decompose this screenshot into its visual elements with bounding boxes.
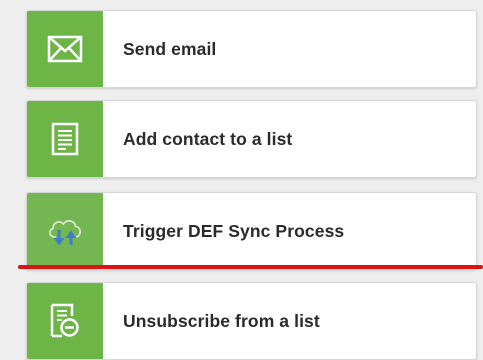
action-card-trigger-def-sync[interactable]: Trigger DEF Sync Process: [26, 192, 477, 270]
icon-tile: [27, 101, 103, 177]
action-label: Add contact to a list: [123, 128, 293, 149]
action-card-unsubscribe-from-list[interactable]: Unsubscribe from a list: [26, 282, 477, 360]
icon-tile: [27, 11, 103, 87]
envelope-icon: [47, 35, 83, 63]
list-document-icon: [51, 122, 79, 156]
action-label: Trigger DEF Sync Process: [123, 220, 345, 241]
action-label: Unsubscribe from a list: [123, 310, 320, 331]
cloud-sync-icon: [48, 219, 82, 246]
icon-tile: [27, 193, 103, 269]
icon-tile: [27, 283, 103, 359]
action-label: Send email: [123, 38, 217, 59]
action-card-send-email[interactable]: Send email: [26, 10, 477, 88]
document-remove-icon: [50, 303, 79, 338]
action-card-add-contact-to-list[interactable]: Add contact to a list: [26, 100, 477, 178]
drop-indicator-line: [18, 265, 483, 269]
